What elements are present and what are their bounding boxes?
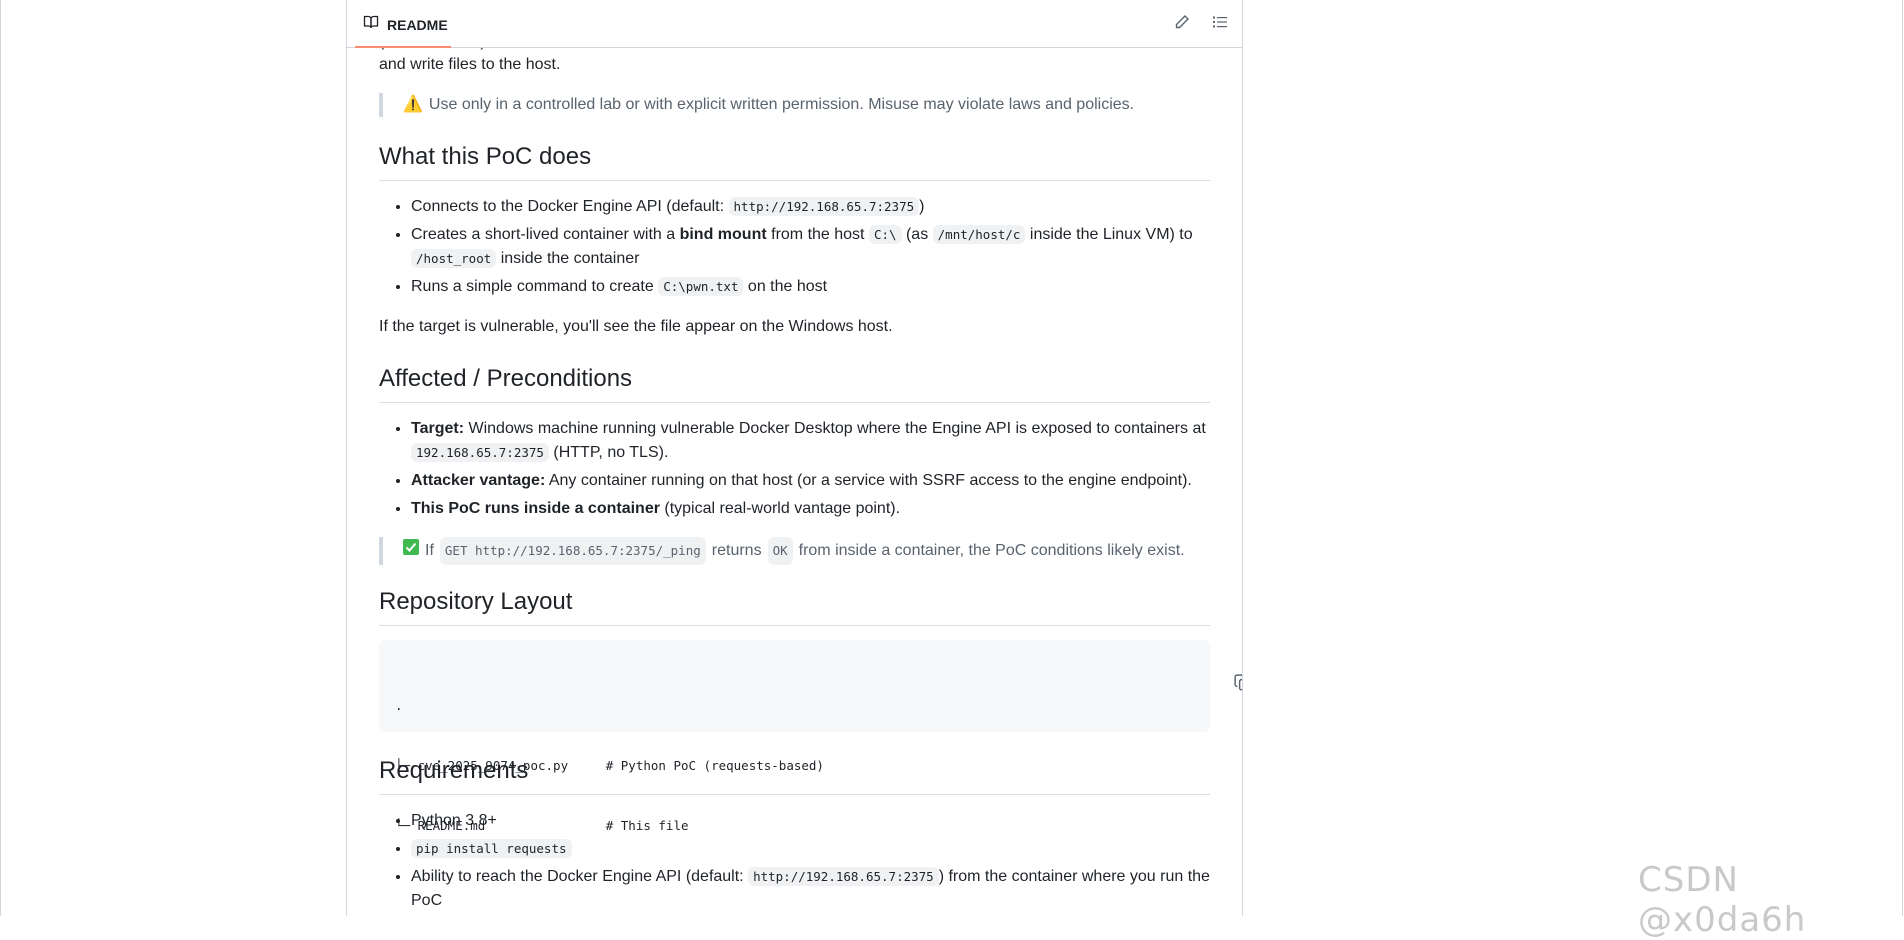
- inline-code: GET http://192.168.65.7:2375/_ping: [439, 537, 706, 565]
- tab-label: README: [387, 16, 448, 33]
- poc-list: Connects to the Docker Engine API (defau…: [379, 195, 1210, 303]
- list-item: Runs a simple command to create C:\pwn.t…: [411, 275, 1210, 299]
- copy-icon[interactable]: [1174, 654, 1242, 691]
- paragraph: If the target is vulnerable, you'll see …: [379, 318, 893, 335]
- tab-readme[interactable]: README: [363, 14, 448, 35]
- inline-code: pip install requests: [411, 839, 572, 858]
- tab-underline: [355, 46, 451, 48]
- inline-code: http://192.168.65.7:2375: [748, 867, 939, 886]
- book-icon: [363, 14, 379, 35]
- section-heading: Affected / Preconditions: [379, 364, 1210, 403]
- list-item: This PoC runs inside a container (typica…: [411, 497, 1210, 521]
- page-right-edge: [1902, 0, 1903, 916]
- page-left-edge: [0, 0, 1, 916]
- inline-code: 192.168.65.7:2375: [411, 443, 549, 462]
- list-item: pip install requests: [411, 837, 1210, 861]
- preconditions-list: Target: Windows machine running vulnerab…: [379, 417, 1210, 525]
- section-heading: Repository Layout: [379, 587, 1210, 626]
- code-line: .: [395, 698, 403, 713]
- warning-icon: ⚠️: [403, 96, 423, 113]
- note-blockquote: If GET http://192.168.65.7:2375/_ping re…: [379, 537, 1185, 565]
- readme-panel: (truncated line) and write files to the …: [346, 0, 1243, 916]
- readme-header: README: [347, 0, 1242, 48]
- section-heading: What this PoC does: [379, 142, 1210, 181]
- inline-code: C:\pwn.txt: [658, 277, 744, 296]
- inline-code: /host_root: [411, 249, 497, 268]
- list-item: Python 3.8+: [411, 809, 1210, 833]
- warning-blockquote: ⚠️ Use only in a controlled lab or with …: [379, 93, 1134, 117]
- section-heading: Requirements: [379, 756, 1210, 795]
- requirements-list: Python 3.8+ pip install requests Ability…: [379, 809, 1210, 916]
- warning-text: Use only in a controlled lab or with exp…: [428, 96, 1135, 113]
- list-item: Creates a short-lived container with a b…: [411, 223, 1210, 271]
- list-item: Connects to the Docker Engine API (defau…: [411, 195, 1210, 219]
- inline-code: C:\: [868, 225, 902, 244]
- inline-code: /mnt/host/c: [932, 225, 1026, 244]
- list-icon[interactable]: [1210, 12, 1230, 32]
- inline-code: http://192.168.65.7:2375: [728, 197, 920, 216]
- list-item: Target: Windows machine running vulnerab…: [411, 417, 1210, 465]
- pencil-icon[interactable]: [1172, 12, 1192, 32]
- list-item: Attacker vantage: Any container running …: [411, 469, 1210, 493]
- code-block: . ├─ cve_2025_9074_poc.py # Python PoC (…: [379, 640, 1242, 833]
- check-icon: [403, 539, 419, 563]
- inline-code: OK: [767, 537, 793, 565]
- paragraph: and write files to the host.: [379, 56, 561, 73]
- watermark: CSDN @x0da6h: [1638, 860, 1807, 940]
- list-item: Ability to reach the Docker Engine API (…: [411, 865, 1210, 913]
